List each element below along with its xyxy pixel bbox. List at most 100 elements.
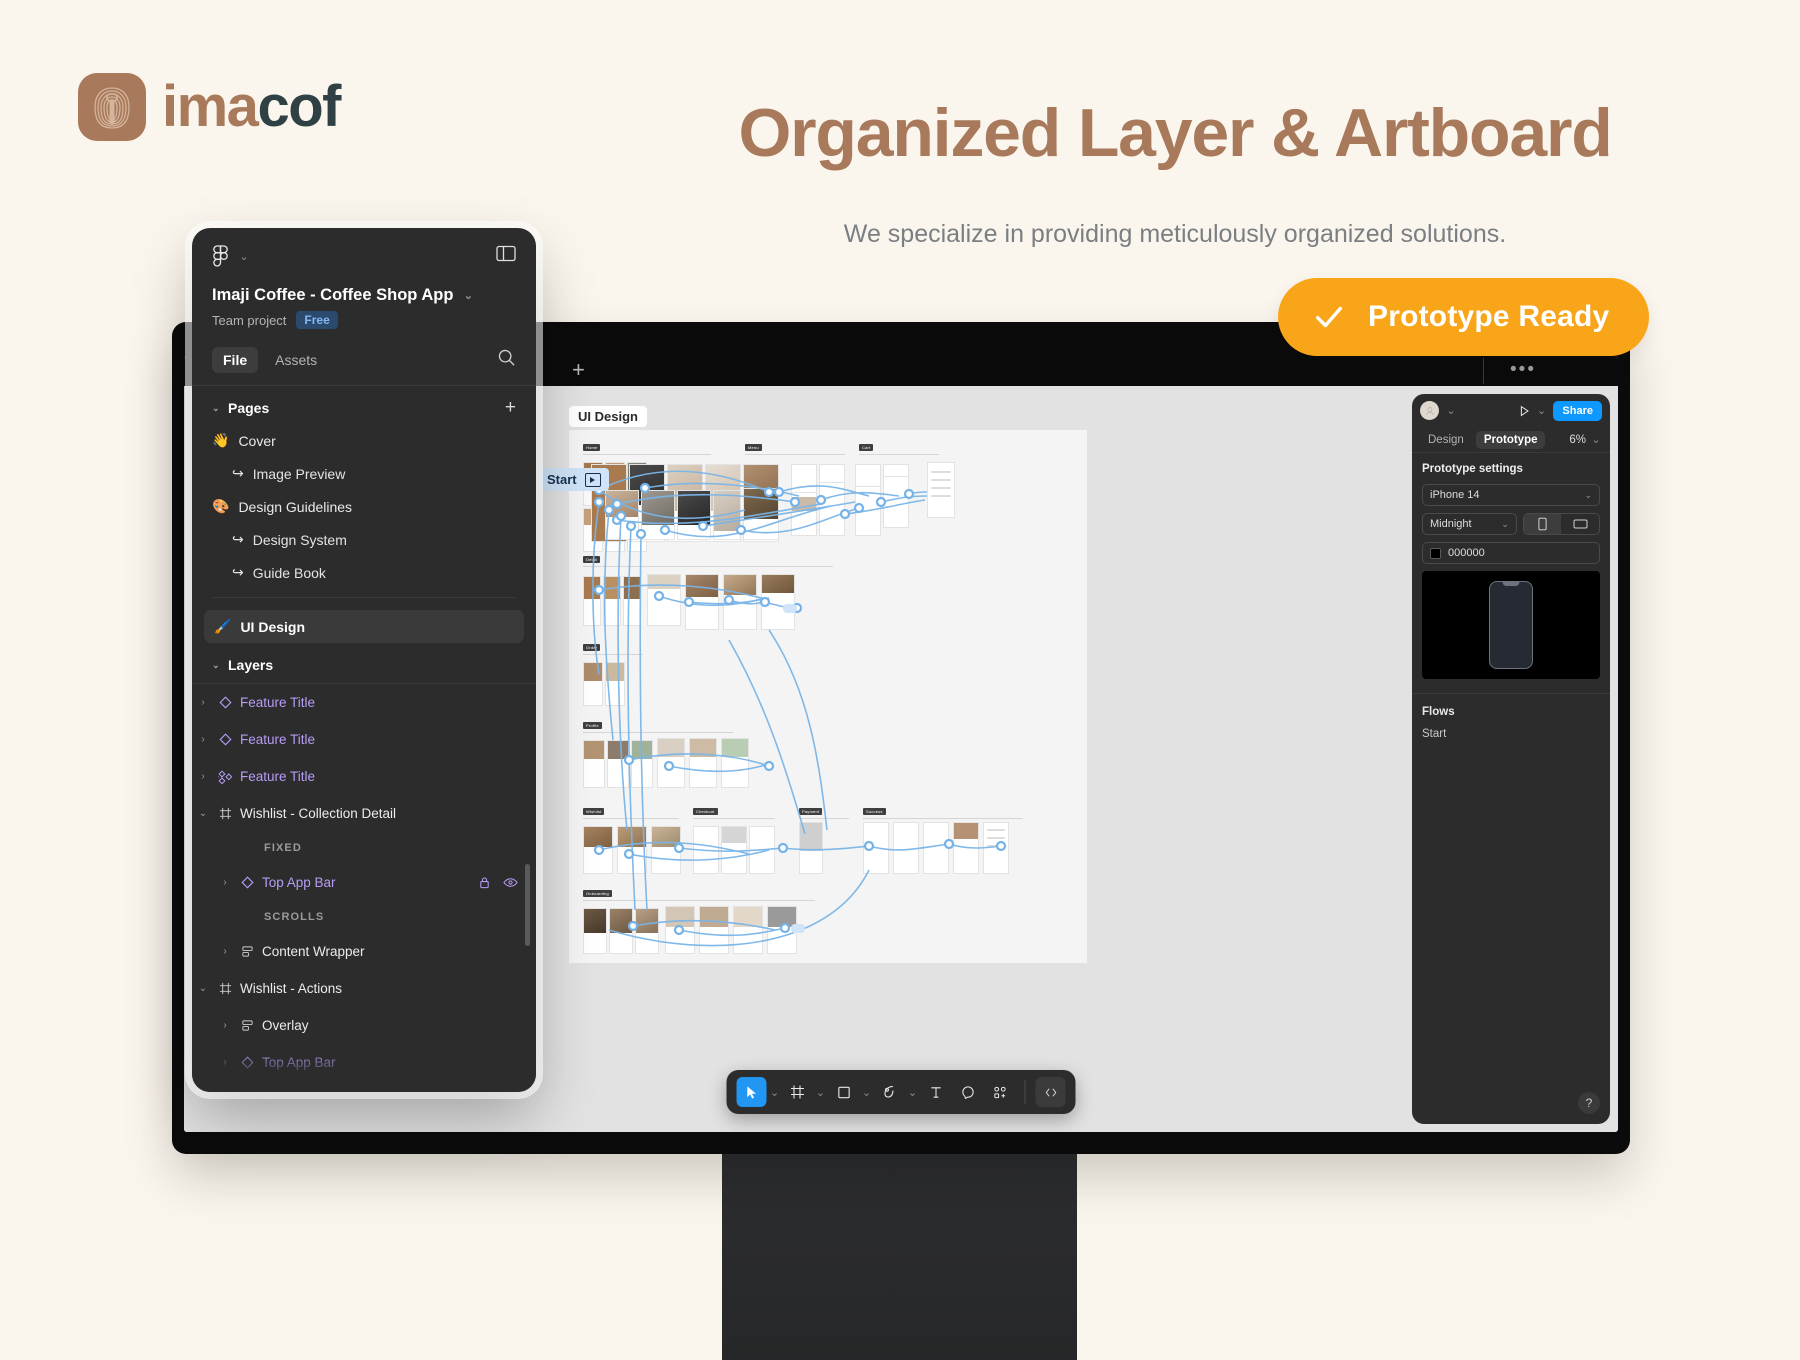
frame-thumbnail[interactable] xyxy=(863,822,889,874)
frame-thumbnail[interactable] xyxy=(723,574,757,630)
frame-thumbnail[interactable] xyxy=(583,662,603,706)
expand-twisty[interactable]: › xyxy=(214,1020,236,1031)
pen-tool[interactable] xyxy=(875,1077,905,1107)
pen-tool-caret[interactable]: ⌄ xyxy=(907,1086,919,1099)
frame-thumbnail[interactable] xyxy=(689,738,717,788)
layers-scrollbar[interactable] xyxy=(525,864,530,946)
frame-thumbnail[interactable] xyxy=(605,490,639,540)
frame-thumbnail[interactable] xyxy=(699,906,729,954)
frame-thumbnail[interactable] xyxy=(605,662,625,706)
move-tool[interactable] xyxy=(736,1077,767,1107)
frame-thumbnail[interactable] xyxy=(647,574,681,626)
layer-row[interactable]: › Feature Title xyxy=(192,684,536,721)
file-name-row[interactable]: Imaji Coffee - Coffee Shop App ⌄ xyxy=(212,286,516,305)
toggle-sidebar-button[interactable] xyxy=(496,245,516,267)
avatar-caret-icon[interactable]: ⌄ xyxy=(1445,404,1457,417)
text-tool[interactable] xyxy=(921,1077,951,1107)
frame-thumbnail[interactable] xyxy=(799,822,823,874)
tab-prototype[interactable]: Prototype xyxy=(1475,430,1546,449)
frame-thumbnail[interactable] xyxy=(583,740,605,788)
page-row-guide-book[interactable]: ↪ Guide Book xyxy=(192,556,536,589)
tab-design[interactable]: Design xyxy=(1420,431,1472,449)
expand-twisty[interactable]: › xyxy=(214,877,236,888)
frame-thumbnail[interactable] xyxy=(953,822,979,874)
frame-thumbnail[interactable] xyxy=(923,822,949,874)
frame-thumbnail[interactable] xyxy=(819,482,845,536)
figma-toolbar[interactable]: ⌄ ⌄ ⌄ ⌄ xyxy=(726,1070,1076,1114)
theme-select[interactable]: Midnight ⌄ xyxy=(1422,513,1517,535)
zoom-control[interactable]: 6% ⌄ xyxy=(1569,433,1602,447)
figma-home-menu[interactable]: ⌄ xyxy=(212,244,250,268)
chevron-down-icon[interactable]: ⌄ xyxy=(212,660,221,671)
add-page-button[interactable]: + xyxy=(505,398,516,417)
share-button[interactable]: Share xyxy=(1553,400,1602,421)
tab-overflow-button[interactable]: ••• xyxy=(1510,360,1536,379)
frame-thumbnail[interactable] xyxy=(631,740,653,788)
frame-thumbnail[interactable] xyxy=(713,490,741,540)
frame-thumbnail[interactable] xyxy=(743,488,779,540)
frame-thumbnail[interactable] xyxy=(583,826,613,874)
page-row-cover[interactable]: 👋 Cover xyxy=(192,424,536,457)
layer-row[interactable]: › Feature Title xyxy=(192,721,536,758)
page-row-ui-design-selected[interactable]: 🖌️ UI Design xyxy=(204,610,524,643)
frame-thumbnail[interactable] xyxy=(883,476,909,528)
frame-thumbnail[interactable] xyxy=(603,576,621,626)
frame-thumbnail[interactable] xyxy=(749,826,775,874)
portrait-option[interactable] xyxy=(1523,514,1562,534)
frame-thumbnail[interactable] xyxy=(583,576,601,626)
shape-tool[interactable] xyxy=(829,1077,859,1107)
frame-thumbnail[interactable] xyxy=(855,486,881,536)
new-tab-button[interactable]: + xyxy=(572,359,585,381)
pages-section-header[interactable]: ⌄ Pages + xyxy=(192,386,536,424)
frame-thumbnail[interactable] xyxy=(607,740,629,788)
frame-thumbnail[interactable] xyxy=(623,576,641,626)
search-icon[interactable] xyxy=(497,348,516,372)
layer-row[interactable]: › Content Wrapper xyxy=(192,933,536,970)
color-swatch[interactable] xyxy=(1430,547,1441,559)
frame-thumbnail[interactable] xyxy=(721,738,749,788)
dev-mode-toggle[interactable] xyxy=(1035,1077,1066,1107)
frame-thumbnail[interactable] xyxy=(693,826,719,874)
move-tool-caret[interactable]: ⌄ xyxy=(769,1086,781,1099)
frame-thumbnail[interactable] xyxy=(927,462,955,518)
frame-thumbnail[interactable] xyxy=(685,574,719,630)
shape-tool-caret[interactable]: ⌄ xyxy=(861,1086,873,1099)
frame-thumbnail[interactable] xyxy=(791,492,817,536)
tab-file[interactable]: File xyxy=(212,347,259,373)
help-button[interactable]: ? xyxy=(1578,1092,1600,1114)
layer-row[interactable]: › Top App Bar xyxy=(192,864,536,901)
frame-thumbnail[interactable] xyxy=(761,574,795,630)
frame-thumbnail[interactable] xyxy=(651,826,681,874)
present-controls[interactable]: ⌄ xyxy=(1517,404,1547,418)
flow-item-start[interactable]: Start xyxy=(1412,718,1610,740)
file-menu-caret-icon[interactable]: ⌄ xyxy=(462,289,474,302)
layer-row[interactable]: › Feature Title xyxy=(192,758,536,795)
layers-section-header[interactable]: ⌄ Layers xyxy=(192,643,536,684)
artboard-label[interactable]: UI Design xyxy=(569,406,647,427)
page-row-image-preview[interactable]: ↪ Image Preview xyxy=(192,457,536,490)
layer-row[interactable]: ⌄ Wishlist - Actions xyxy=(192,970,536,1007)
file-assets-tabs[interactable]: File Assets xyxy=(192,347,536,386)
device-select[interactable]: iPhone 14 ⌄ xyxy=(1422,484,1600,506)
background-color-field[interactable]: 000000 xyxy=(1422,542,1600,564)
properties-tabs[interactable]: Design Prototype 6% ⌄ xyxy=(1412,427,1610,453)
frame-thumbnail[interactable] xyxy=(767,906,797,954)
frame-thumbnail[interactable] xyxy=(583,908,607,954)
frame-thumbnail[interactable] xyxy=(609,908,633,954)
present-caret-icon[interactable]: ⌄ xyxy=(1535,404,1547,417)
frame-thumbnail[interactable] xyxy=(677,490,711,540)
collapse-twisty[interactable]: ⌄ xyxy=(192,808,214,819)
frame-tool[interactable] xyxy=(783,1077,813,1107)
frame-thumbnail[interactable] xyxy=(617,826,647,874)
frame-thumbnail[interactable] xyxy=(641,490,675,540)
expand-twisty[interactable]: › xyxy=(214,946,236,957)
tab-assets[interactable]: Assets xyxy=(264,347,328,373)
chevron-down-icon[interactable]: ⌄ xyxy=(212,403,221,414)
figma-menu-caret-icon[interactable]: ⌄ xyxy=(238,250,250,263)
frame-thumbnail[interactable] xyxy=(657,738,685,788)
prototype-start-pill[interactable]: Start xyxy=(539,468,609,491)
page-row-design-system[interactable]: ↪ Design System xyxy=(192,523,536,556)
comment-tool[interactable] xyxy=(953,1077,983,1107)
frame-thumbnail[interactable] xyxy=(721,826,747,874)
avatar[interactable] xyxy=(1420,401,1439,420)
